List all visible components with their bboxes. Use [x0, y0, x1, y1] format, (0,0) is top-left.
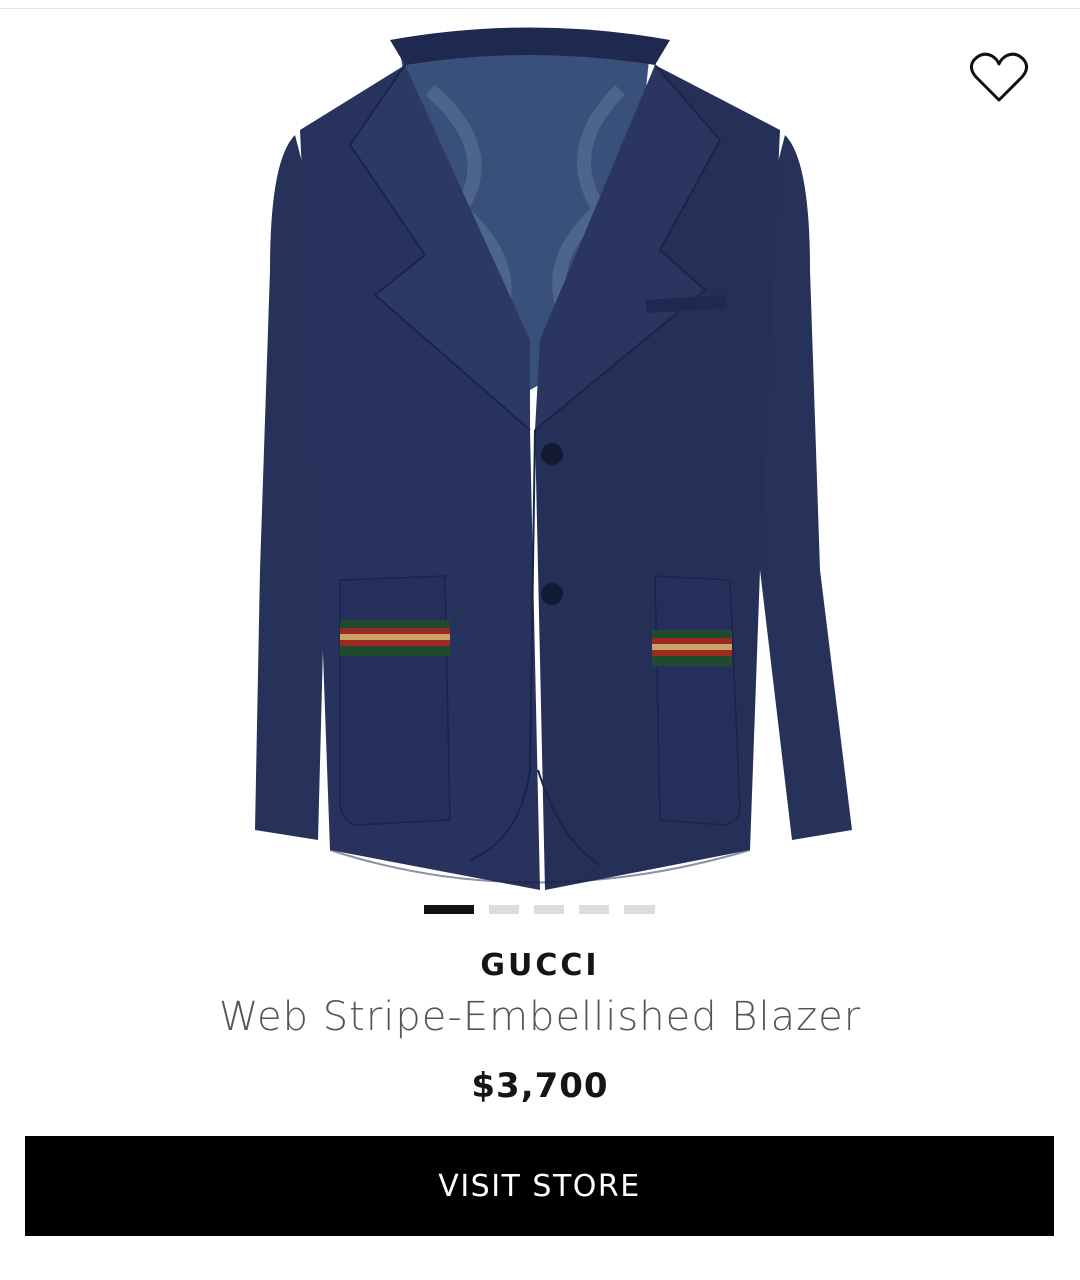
carousel-dot-1[interactable] — [424, 905, 474, 914]
top-divider — [0, 8, 1080, 9]
heart-outline-icon — [969, 52, 1029, 102]
product-title: Web Stripe-Embellished Blazer — [218, 994, 862, 1040]
carousel-dot-3[interactable] — [534, 905, 564, 914]
product-image[interactable] — [200, 10, 880, 895]
carousel-dot-2[interactable] — [489, 905, 519, 914]
carousel-dot-5[interactable] — [624, 905, 655, 914]
product-price: $3,700 — [471, 1066, 609, 1106]
visit-store-button[interactable]: VISIT STORE — [25, 1136, 1054, 1236]
brand-name: GUCCI — [480, 948, 600, 983]
carousel-dot-4[interactable] — [579, 905, 609, 914]
wishlist-heart-button[interactable] — [968, 50, 1030, 106]
carousel-indicator — [0, 905, 1080, 915]
